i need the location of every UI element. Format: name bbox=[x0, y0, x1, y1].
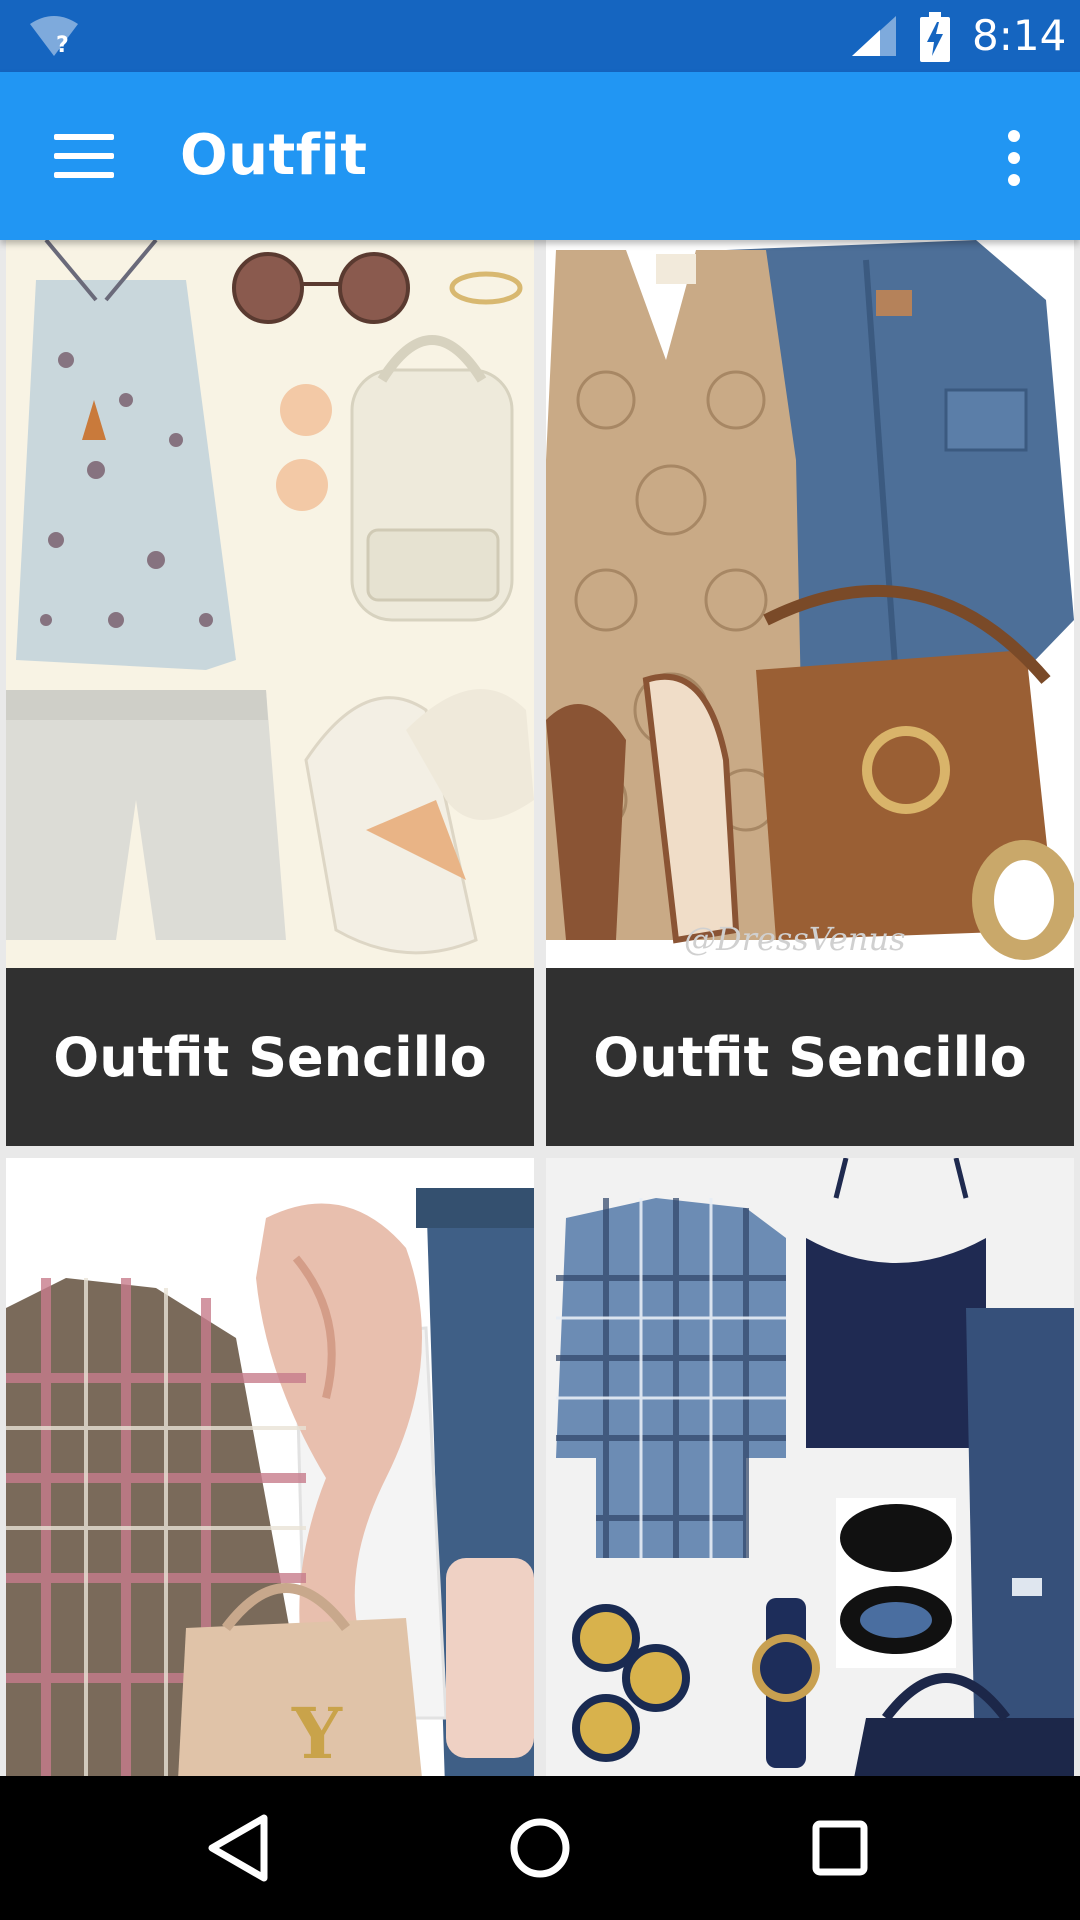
status-bar: ? 8:14 bbox=[0, 0, 1080, 72]
outfit-card-4[interactable] bbox=[546, 1158, 1074, 1776]
outfit-caption-text-1: Outfit Sencillo bbox=[53, 1025, 487, 1089]
cell-signal-icon bbox=[852, 16, 896, 56]
outfit-image-3: Y bbox=[6, 1158, 534, 1776]
recents-icon[interactable] bbox=[800, 1808, 880, 1888]
outfit-image-4 bbox=[546, 1158, 1074, 1776]
app-bar: Outfit bbox=[0, 72, 1080, 240]
svg-text:Y: Y bbox=[291, 1692, 343, 1775]
outfit-card-2[interactable]: @DressVenus Outfit Sencillo bbox=[546, 240, 1074, 1146]
menu-icon[interactable] bbox=[40, 122, 128, 190]
outfit-card-1[interactable]: Outfit Sencillo bbox=[6, 240, 534, 1146]
outfit-caption-1: Outfit Sencillo bbox=[6, 968, 534, 1146]
page-title: Outfit bbox=[180, 123, 368, 188]
wifi-unknown-icon: ? bbox=[30, 16, 78, 58]
outfit-grid: Outfit Sencillo @DressVenus Outfit Senci… bbox=[0, 240, 1080, 1776]
navigation-bar bbox=[0, 1776, 1080, 1920]
wifi-badge: ? bbox=[56, 33, 69, 58]
home-icon[interactable] bbox=[500, 1808, 580, 1888]
image-watermark: @DressVenus bbox=[684, 920, 905, 958]
outfit-caption-text-2: Outfit Sencillo bbox=[593, 1025, 1027, 1089]
status-time: 8:14 bbox=[972, 11, 1067, 60]
outfit-image-1 bbox=[6, 240, 534, 968]
battery-charging-icon bbox=[920, 12, 950, 62]
outfit-image-2: @DressVenus bbox=[546, 240, 1074, 968]
more-vert-icon[interactable] bbox=[986, 128, 1042, 188]
outfit-card-3[interactable]: Y bbox=[6, 1158, 534, 1776]
back-icon[interactable] bbox=[200, 1808, 280, 1888]
outfit-caption-2: Outfit Sencillo bbox=[546, 968, 1074, 1146]
